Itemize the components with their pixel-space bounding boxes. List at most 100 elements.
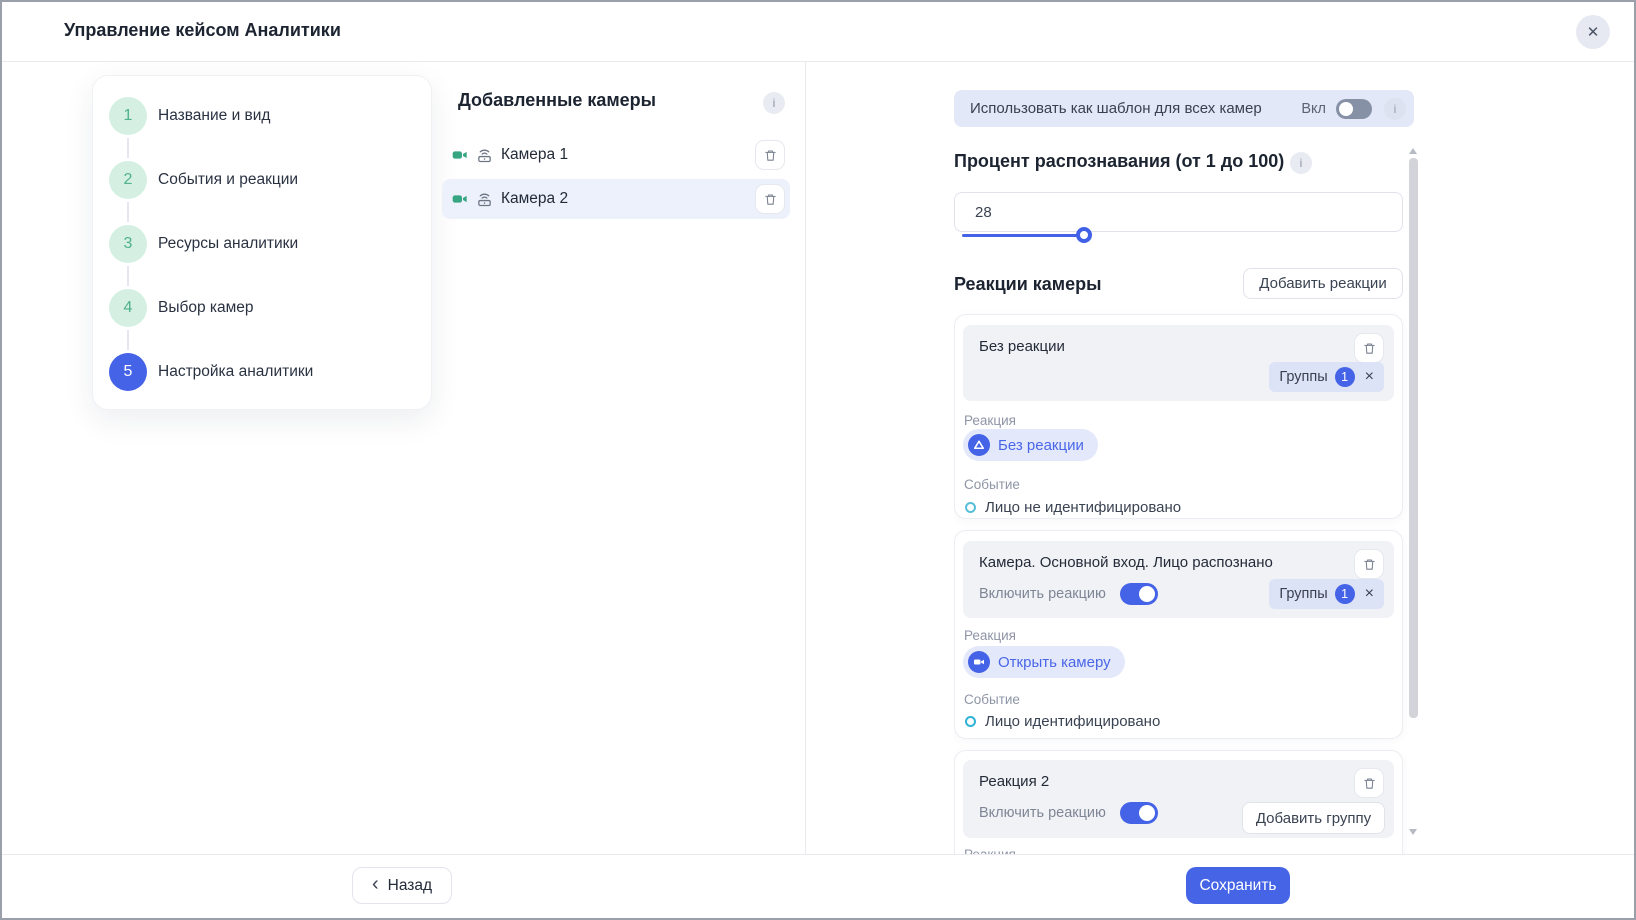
event-name: Лицо не идентифицировано [985, 499, 1181, 516]
step-events-reactions[interactable]: 2 События и реакции [109, 161, 298, 199]
groups-chip-label: Группы [1279, 586, 1327, 602]
reaction-chip-label: Без реакции [998, 437, 1084, 454]
scrollbar-up-arrow-icon[interactable] [1409, 148, 1417, 154]
reaction-chip-label: Открыть камеру [998, 654, 1111, 671]
step-1-circle: 1 [109, 97, 147, 135]
added-cameras-title: Добавленные камеры [458, 90, 656, 111]
recognition-percent-title: Процент распознавания (от 1 до 100) [954, 151, 1284, 172]
step-1-label: Название и вид [158, 107, 270, 125]
step-analytics-resources[interactable]: 3 Ресурсы аналитики [109, 225, 298, 263]
enable-reaction-label: Включить реакцию [979, 805, 1106, 821]
analytics-case-dialog: Управление кейсом Аналитики ✕ 1 Название… [0, 0, 1636, 920]
template-banner: Использовать как шаблон для всех камер В… [954, 90, 1414, 127]
groups-count-badge: 1 [1335, 367, 1355, 387]
toggle-knob [1139, 586, 1155, 602]
step-connector [127, 330, 129, 350]
trash-icon [1362, 557, 1377, 572]
camera-row-2[interactable]: Камера 2 [442, 179, 790, 219]
groups-chip[interactable]: Группы 1 × [1269, 579, 1384, 609]
camera-stream-icon [476, 191, 493, 208]
event-field-label: Событие [964, 692, 1020, 707]
event-row: Лицо не идентифицировано [965, 499, 1181, 516]
reaction-card-title: Камера. Основной вход. Лицо распознано [979, 554, 1273, 571]
step-name-and-type[interactable]: 1 Название и вид [109, 97, 270, 135]
step-4-label: Выбор камер [158, 299, 254, 317]
recognition-info-icon[interactable]: i [1290, 152, 1312, 174]
save-button[interactable]: Сохранить [1186, 867, 1290, 904]
close-button[interactable]: ✕ [1576, 15, 1610, 49]
scrollbar-down-arrow-icon[interactable] [1409, 829, 1417, 835]
step-2-circle: 2 [109, 161, 147, 199]
toggle-knob [1139, 805, 1155, 821]
template-toggle[interactable] [1336, 99, 1372, 119]
groups-chip[interactable]: Группы 1 × [1269, 362, 1384, 392]
reaction-card-3: Реакция 2 Включить реакцию Добавить груп… [954, 750, 1403, 855]
delete-camera-button[interactable] [755, 140, 785, 170]
camera-row-1[interactable]: Камера 1 [442, 135, 790, 175]
groups-chip-label: Группы [1279, 369, 1327, 385]
section-divider [805, 61, 806, 855]
step-4-circle: 4 [109, 289, 147, 327]
template-toggle-label: Вкл [1301, 101, 1326, 117]
trash-icon [1362, 341, 1377, 356]
back-button[interactable]: ‹ Назад [352, 867, 452, 904]
step-analytics-settings[interactable]: 5 Настройка аналитики [109, 353, 313, 391]
event-name: Лицо идентифицировано [985, 713, 1160, 730]
groups-count-badge: 1 [1335, 584, 1355, 604]
step-5-label: Настройка аналитики [158, 363, 313, 381]
scrollbar-thumb[interactable] [1409, 158, 1418, 718]
dialog-header: Управление кейсом Аналитики ✕ [2, 2, 1634, 62]
step-2-label: События и реакции [158, 171, 298, 189]
camera-settings-panel: Использовать как шаблон для всех камер В… [954, 61, 1414, 855]
reaction-chip[interactable]: Открыть камеру [963, 646, 1125, 678]
recognition-percent-input[interactable] [954, 192, 1403, 232]
template-banner-label: Использовать как шаблон для всех камер [970, 100, 1301, 117]
delete-reaction-button[interactable] [1354, 333, 1384, 363]
step-3-label: Ресурсы аналитики [158, 235, 298, 253]
step-camera-selection[interactable]: 4 Выбор камер [109, 289, 254, 327]
delete-reaction-button[interactable] [1354, 768, 1384, 798]
recognition-slider-track[interactable] [962, 234, 1084, 237]
added-cameras-info-icon[interactable]: i [763, 92, 785, 114]
reaction-field-label: Реакция [964, 413, 1016, 428]
enable-reaction-toggle[interactable] [1120, 583, 1158, 605]
reaction-card-header: Без реакции Группы 1 × [963, 325, 1394, 401]
reaction-card-title: Без реакции [979, 338, 1065, 355]
trash-icon [763, 192, 778, 207]
trash-icon [763, 148, 778, 163]
delete-camera-button[interactable] [755, 184, 785, 214]
add-reactions-button[interactable]: Добавить реакции [1243, 268, 1403, 299]
toggle-knob [1339, 102, 1353, 116]
remove-groups-icon[interactable]: × [1365, 586, 1374, 602]
step-5-circle: 5 [109, 353, 147, 391]
video-camera-icon [452, 191, 468, 207]
wizard-stepper: 1 Название и вид 2 События и реакции 3 Р… [92, 75, 432, 410]
enable-reaction-label: Включить реакцию [979, 586, 1106, 602]
dialog-title: Управление кейсом Аналитики [64, 20, 341, 41]
chevron-left-icon: ‹ [372, 874, 379, 894]
step-3-circle: 3 [109, 225, 147, 263]
event-status-icon [965, 502, 976, 513]
template-info-icon[interactable]: i [1384, 98, 1406, 120]
trash-icon [1362, 776, 1377, 791]
reaction-card-2: Камера. Основной вход. Лицо распознано В… [954, 530, 1403, 739]
enable-reaction-row: Включить реакцию [979, 583, 1158, 605]
camera-name: Камера 1 [501, 146, 568, 164]
back-button-label: Назад [388, 877, 432, 895]
event-row: Лицо идентифицировано [965, 713, 1160, 730]
dialog-footer: ‹ Назад Сохранить [2, 854, 1634, 918]
reaction-chip[interactable]: Без реакции [963, 429, 1098, 461]
reaction-card-1: Без реакции Группы 1 × Реакция Без реакц… [954, 314, 1403, 519]
enable-reaction-toggle[interactable] [1120, 802, 1158, 824]
enable-reaction-row: Включить реакцию [979, 802, 1158, 824]
remove-groups-icon[interactable]: × [1365, 369, 1374, 385]
reaction-card-title: Реакция 2 [979, 773, 1049, 790]
delete-reaction-button[interactable] [1354, 549, 1384, 579]
add-group-button[interactable]: Добавить группу [1242, 802, 1385, 834]
step-connector [127, 138, 129, 158]
reaction-card-header: Реакция 2 Включить реакцию Добавить груп… [963, 760, 1394, 838]
event-field-label: Событие [964, 477, 1020, 492]
video-camera-icon [452, 147, 468, 163]
recognition-slider-thumb[interactable] [1076, 227, 1092, 243]
step-connector [127, 266, 129, 286]
